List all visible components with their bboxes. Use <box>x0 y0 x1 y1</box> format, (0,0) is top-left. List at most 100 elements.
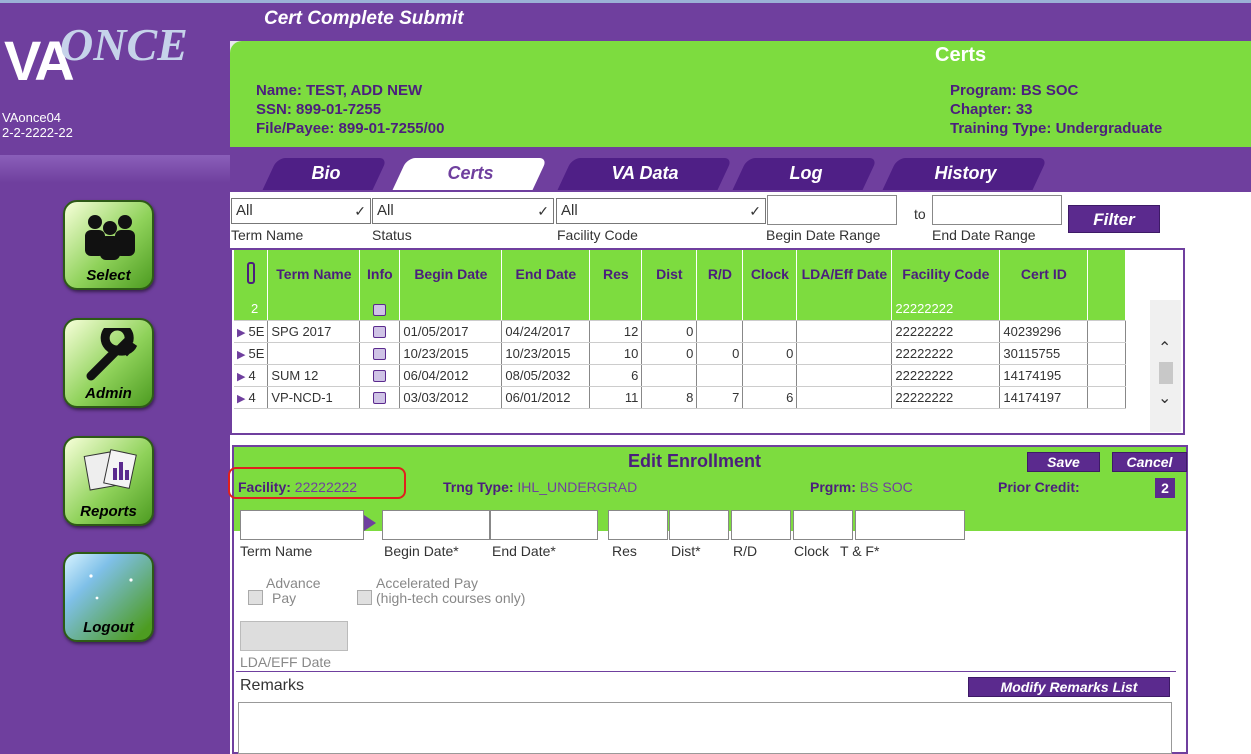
info-icon[interactable] <box>373 303 387 316</box>
hierarchy-icon <box>246 261 255 284</box>
wrench-icon <box>86 328 138 381</box>
facility-select[interactable]: All ✓ <box>556 198 766 224</box>
prior-credit-value[interactable]: 2 <box>1155 478 1175 498</box>
begin-date-range-input[interactable] <box>767 195 897 225</box>
res-cell: 12 <box>589 320 643 343</box>
program: Program: BS SOC <box>950 82 1079 99</box>
tf-field-label: T & F* <box>840 543 880 559</box>
select-button[interactable]: Select <box>63 200 154 290</box>
info-icon[interactable] <box>373 326 387 339</box>
end-date-col-header[interactable]: End Date <box>501 250 591 298</box>
grid-scrollbar[interactable]: ⌃ ⌄ <box>1150 300 1181 432</box>
lda-eff-date-input[interactable] <box>240 621 348 651</box>
rd-col-header[interactable]: R/D <box>696 250 744 298</box>
begin-date-field-label: Begin Date* <box>384 543 459 559</box>
tf-input[interactable] <box>855 510 965 540</box>
info-col-header[interactable]: Info <box>359 250 401 298</box>
training-type-label: Trng Type: IHL_UNDERGRAD <box>443 479 638 495</box>
table-row[interactable]: ▶ 4 SUM 12 06/04/2012 08/05/2032 6 22222222 141… <box>234 364 1127 387</box>
modify-remarks-list-button[interactable]: Modify Remarks List <box>968 677 1170 697</box>
tab-certs[interactable]: Certs <box>392 158 548 190</box>
info-cell <box>359 386 401 409</box>
end-date-input[interactable] <box>490 510 598 540</box>
term-name-col-header[interactable]: Term Name <box>267 250 361 298</box>
term-name-input[interactable] <box>240 510 364 540</box>
chevron-down-icon: ✓ <box>749 203 761 219</box>
rd-input[interactable] <box>731 510 791 540</box>
info-cell <box>359 342 401 365</box>
scroll-up-icon[interactable]: ⌃ <box>1158 338 1171 358</box>
reports-button[interactable]: Reports <box>63 436 154 526</box>
cert-id-cell <box>999 298 1089 321</box>
scroll-thumb[interactable] <box>1159 362 1173 384</box>
facility-code-cell: 22222222 <box>891 386 1001 409</box>
dist-cell <box>641 298 698 321</box>
lda-eff-date-cell <box>796 386 893 409</box>
cancel-button[interactable]: Cancel <box>1112 452 1187 472</box>
info-cell <box>359 364 401 387</box>
lda-eff-date-cell <box>796 364 893 387</box>
row-arrow-icon[interactable]: ▶ <box>237 327 245 339</box>
facility-code-col-header[interactable]: Facility Code <box>891 250 1001 298</box>
logout-button[interactable]: Logout <box>63 552 154 642</box>
row-arrow-icon[interactable]: ▶ <box>237 349 245 361</box>
dist-cell: 0 <box>641 320 698 343</box>
section-title: Certs <box>935 44 987 66</box>
cert-id-cell: 40239296 <box>999 320 1089 343</box>
cert-id-col-header[interactable]: Cert ID <box>999 250 1089 298</box>
tab-history[interactable]: History <box>882 158 1048 190</box>
tab-va-data[interactable]: VA Data <box>557 158 733 190</box>
term-name-field-label: Term Name <box>240 543 313 559</box>
begin-date-input[interactable] <box>382 510 490 540</box>
chevron-down-icon: ✓ <box>354 203 366 219</box>
term-name-cell: VP-NCD-1 <box>267 386 361 409</box>
rd-cell <box>696 364 744 387</box>
row-arrow-icon[interactable]: ▶ <box>237 371 245 383</box>
dist-col-header[interactable]: Dist <box>641 250 698 298</box>
table-row[interactable]: ▶ 5E SPG 2017 01/05/2017 04/24/2017 12 0 222222… <box>234 320 1127 343</box>
end-date-cell: 04/24/2017 <box>501 320 591 343</box>
table-row[interactable]: ▶ 4 VP-NCD-1 03/03/2012 06/01/2012 11 8 7 6 22222… <box>234 386 1127 409</box>
table-row[interactable]: 2 22222222 <box>234 298 1127 321</box>
session-id: VAonce04 <box>2 110 62 125</box>
filter-button[interactable]: Filter <box>1068 205 1160 233</box>
lda-eff-date-cell <box>796 298 893 321</box>
program-label: Prgrm: BS SOC <box>810 479 913 495</box>
rd-field-label: R/D <box>733 543 758 559</box>
save-button[interactable]: Save <box>1027 452 1100 472</box>
dist-input[interactable] <box>669 510 729 540</box>
rd-cell: 7 <box>696 386 744 409</box>
info-icon[interactable] <box>373 370 387 383</box>
lda-eff-col-header[interactable]: LDA/Eff Date <box>796 250 893 298</box>
begin-date-col-header[interactable]: Begin Date <box>399 250 503 298</box>
remarks-textarea[interactable] <box>238 702 1172 754</box>
res-cell <box>589 298 643 321</box>
clock-col-header[interactable]: Clock <box>742 250 798 298</box>
student-name: Name: TEST, ADD NEW <box>256 82 423 99</box>
chapter-col-header[interactable] <box>234 250 269 298</box>
info-icon[interactable] <box>373 348 387 361</box>
advance-pay-checkbox[interactable] <box>248 590 263 605</box>
term-name-select[interactable]: All ✓ <box>231 198 371 224</box>
res-input[interactable] <box>608 510 668 540</box>
res-col-header[interactable]: Res <box>589 250 643 298</box>
facility-code-cell: 22222222 <box>891 342 1001 365</box>
spacer-cell <box>1087 342 1127 365</box>
row-arrow-icon[interactable]: ▶ <box>237 393 245 405</box>
scroll-down-icon[interactable]: ⌄ <box>1158 388 1171 408</box>
clock-input[interactable] <box>793 510 853 540</box>
tab-log[interactable]: Log <box>732 158 878 190</box>
info-cell <box>359 298 401 321</box>
tab-bio[interactable]: Bio <box>262 158 388 190</box>
accelerated-pay-checkbox[interactable] <box>357 590 372 605</box>
session-code: 2-2-2222-22 <box>2 125 73 140</box>
end-date-range-input[interactable] <box>932 195 1062 225</box>
certs-grid: Term Name Info Begin Date End Date Res D… <box>230 248 1185 435</box>
status-select[interactable]: All ✓ <box>372 198 554 224</box>
spacer-cell <box>1087 386 1127 409</box>
table-row[interactable]: ▶ 5E 10/23/2015 10/23/2015 10 0 0 0 22222222 3011… <box>234 342 1127 365</box>
info-icon[interactable] <box>373 392 387 405</box>
dist-field-label: Dist* <box>671 543 701 559</box>
admin-button[interactable]: Admin <box>63 318 154 408</box>
begin-date-cell: 06/04/2012 <box>399 364 503 387</box>
